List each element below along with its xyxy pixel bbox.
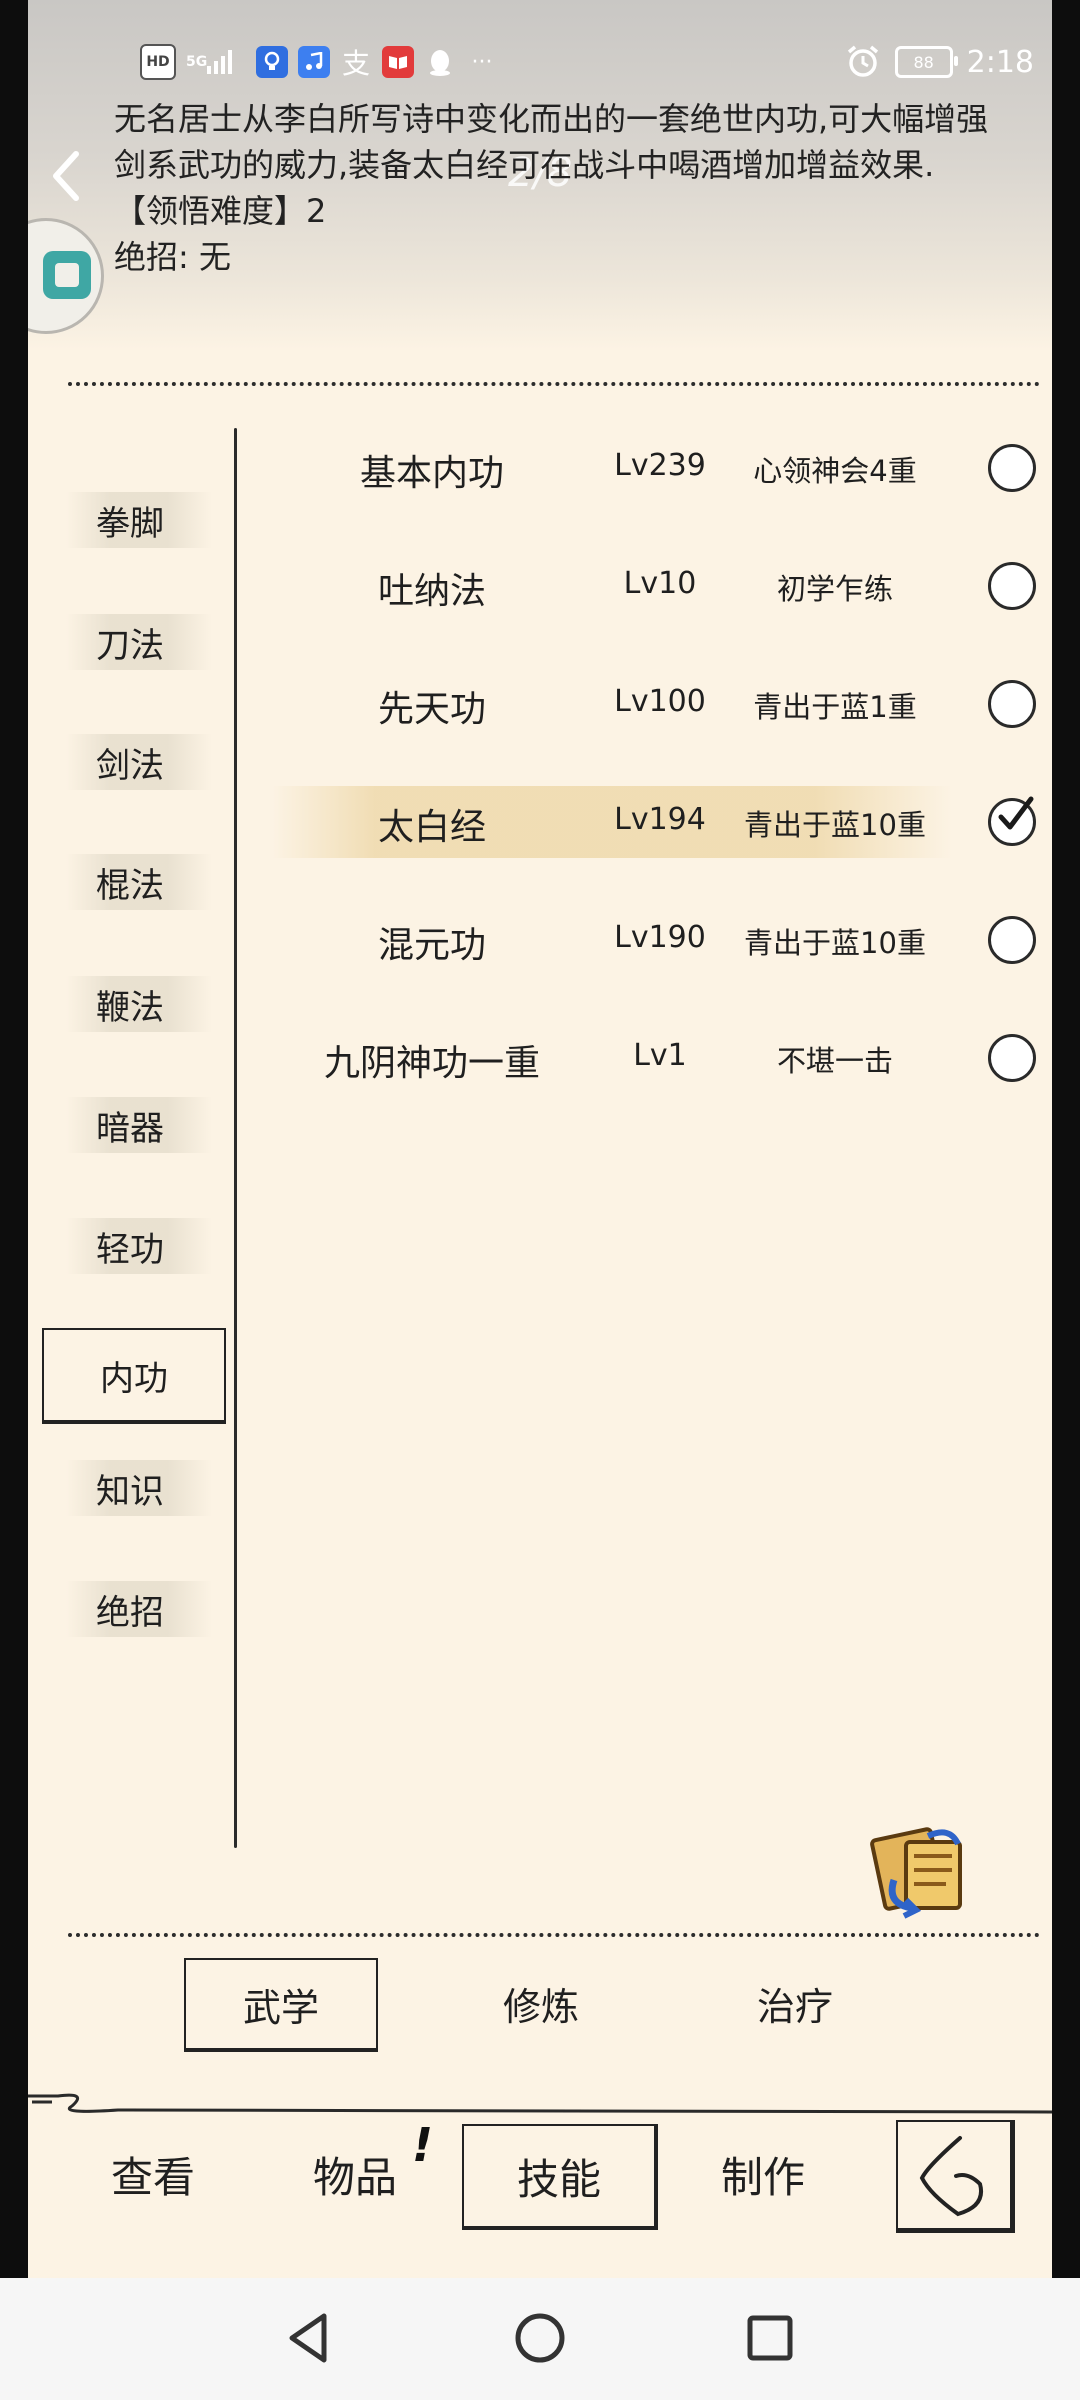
category-sidebar: 拳脚 刀法 剑法 棍法 鞭法 暗器 轻功 内功 知识 绝招 bbox=[28, 420, 248, 1850]
system-recents-icon[interactable] bbox=[740, 2308, 800, 2368]
right-screen-edge bbox=[1052, 0, 1080, 2278]
bulb-app-icon bbox=[256, 46, 288, 78]
items-alert-badge: ! bbox=[412, 2118, 433, 2172]
category-label: 鞭法 bbox=[96, 987, 164, 1028]
skill-row[interactable]: 先天功 Lv100 青出于蓝1重 bbox=[242, 662, 1052, 752]
equip-radio[interactable] bbox=[988, 562, 1036, 610]
back-arrow-icon bbox=[919, 2136, 983, 2217]
skill-row[interactable]: 基本内功 Lv239 心领神会4重 bbox=[242, 426, 1052, 516]
category-quanjiao[interactable]: 拳脚 bbox=[52, 488, 252, 552]
skill-rank: 心领神会4重 bbox=[753, 454, 917, 488]
skill-row[interactable]: 混元功 Lv190 青出于蓝10重 bbox=[242, 898, 1052, 988]
tab-label: 修炼 bbox=[502, 1984, 579, 2029]
skill-row[interactable]: 吐纳法 Lv10 初学乍练 bbox=[242, 544, 1052, 634]
alarm-icon bbox=[847, 45, 878, 77]
back-chevron-icon[interactable] bbox=[46, 148, 86, 204]
category-daofa[interactable]: 刀法 bbox=[52, 610, 252, 674]
header-overlay: HD 5G 支 ··· 88 2:18 2/8 无名居士从李白所写诗中变化而出的… bbox=[28, 0, 1052, 350]
network-label: 5G bbox=[186, 54, 208, 70]
skill-rank: 不堪一击 bbox=[776, 1044, 893, 1078]
nav-crafting[interactable]: 制作 bbox=[668, 2124, 858, 2224]
category-label: 知识 bbox=[96, 1471, 164, 1512]
skill-rank: 青出于蓝10重 bbox=[744, 926, 926, 960]
checkmark-icon bbox=[998, 796, 1034, 830]
category-anqi[interactable]: 暗器 bbox=[52, 1093, 252, 1157]
tab-xiulian[interactable]: 修炼 bbox=[446, 1958, 636, 2048]
game-screen: HD 5G 支 ··· 88 2:18 2/8 无名居士从李白所写诗中变化而出的… bbox=[28, 0, 1052, 2278]
equip-radio[interactable] bbox=[988, 444, 1036, 492]
category-label: 暗器 bbox=[96, 1108, 164, 1149]
battery-icon: 88 bbox=[894, 46, 958, 78]
system-home-icon[interactable] bbox=[510, 2308, 570, 2368]
category-zhishi[interactable]: 知识 bbox=[52, 1456, 252, 1520]
nav-label: 技能 bbox=[516, 2154, 601, 2204]
avatar[interactable] bbox=[28, 218, 104, 334]
tab-label: 武学 bbox=[242, 1985, 319, 2030]
equip-radio-checked[interactable] bbox=[988, 796, 1036, 846]
category-label: 内功 bbox=[100, 1358, 168, 1399]
tab-label: 治疗 bbox=[756, 1984, 833, 2029]
equip-radio[interactable] bbox=[988, 1034, 1036, 1082]
category-gunfa[interactable]: 棍法 bbox=[52, 850, 252, 914]
skill-description-text: 无名居士从李白所写诗中变化而出的一套绝世内功,可大幅增强剑系武功的威力,装备太白… bbox=[114, 100, 989, 184]
equip-radio[interactable] bbox=[988, 916, 1036, 964]
category-label: 轻功 bbox=[96, 1229, 164, 1270]
left-screen-edge bbox=[0, 0, 28, 2278]
skill-rank: 初学乍练 bbox=[776, 572, 893, 606]
alipay-icon: 支 bbox=[340, 46, 372, 80]
category-label: 绝招 bbox=[96, 1592, 164, 1633]
category-neigong[interactable]: 内功 bbox=[42, 1328, 226, 1424]
category-bianfa[interactable]: 鞭法 bbox=[52, 972, 252, 1036]
skill-rank: 青出于蓝10重 bbox=[744, 808, 926, 842]
more-icon: ··· bbox=[466, 46, 498, 78]
alipay-glyph: 支 bbox=[341, 47, 370, 80]
nav-back-button[interactable] bbox=[896, 2120, 1015, 2233]
system-navigation-bar bbox=[0, 2278, 1080, 2400]
status-bar-right: 88 2:18 bbox=[845, 44, 1034, 80]
category-label: 剑法 bbox=[96, 745, 164, 786]
bottom-dotted-divider bbox=[68, 1933, 1040, 1937]
clock: 2:18 bbox=[966, 44, 1034, 80]
skill-rank: 青出于蓝1重 bbox=[753, 690, 917, 724]
qq-icon bbox=[424, 46, 456, 78]
nav-label: 制作 bbox=[720, 2152, 805, 2202]
skill-row[interactable]: 九阴神功一重 Lv1 不堪一击 bbox=[242, 1016, 1052, 1106]
5g-signal-icon: 5G bbox=[186, 46, 246, 78]
nav-view[interactable]: 查看 bbox=[58, 2124, 248, 2224]
skill-ultimate: 绝招: 无 bbox=[114, 238, 231, 276]
tab-zhiliao[interactable]: 治疗 bbox=[700, 1958, 890, 2048]
system-back-icon[interactable] bbox=[280, 2308, 340, 2368]
status-bar: HD 5G 支 ··· 88 2:18 bbox=[28, 0, 1052, 110]
nav-label: 物品 bbox=[312, 2152, 397, 2202]
category-jianfa[interactable]: 剑法 bbox=[52, 730, 252, 794]
more-glyph: ··· bbox=[471, 49, 493, 75]
scroll-swap-icon[interactable] bbox=[866, 1820, 976, 1920]
book-app-icon bbox=[382, 46, 414, 78]
category-label: 棍法 bbox=[96, 865, 164, 906]
nav-label: 查看 bbox=[110, 2152, 195, 2202]
equip-radio[interactable] bbox=[988, 680, 1036, 728]
skill-description: 无名居士从李白所写诗中变化而出的一套绝世内功,可大幅增强剑系武功的威力,装备太白… bbox=[114, 96, 1014, 280]
skill-difficulty: 【领悟难度】2 bbox=[114, 192, 327, 230]
top-dotted-divider bbox=[68, 382, 1040, 386]
category-label: 刀法 bbox=[96, 625, 164, 666]
hd-icon: HD bbox=[140, 44, 176, 80]
category-qinggong[interactable]: 轻功 bbox=[52, 1214, 252, 1278]
nav-skills[interactable]: 技能 bbox=[462, 2124, 658, 2230]
tab-wuxue[interactable]: 武学 bbox=[184, 1958, 378, 2052]
brush-divider bbox=[28, 2093, 1052, 2114]
battery-level: 88 bbox=[913, 52, 934, 72]
category-label: 拳脚 bbox=[96, 503, 164, 544]
status-bar-left: HD 5G 支 ··· bbox=[140, 44, 498, 80]
category-juezhao[interactable]: 绝招 bbox=[52, 1577, 252, 1641]
hd-label: HD bbox=[146, 54, 170, 70]
music-app-icon bbox=[298, 46, 330, 78]
skill-row-selected[interactable]: 太白经 Lv194 青出于蓝10重 bbox=[242, 780, 1052, 870]
avatar-badge-inner bbox=[55, 263, 79, 287]
